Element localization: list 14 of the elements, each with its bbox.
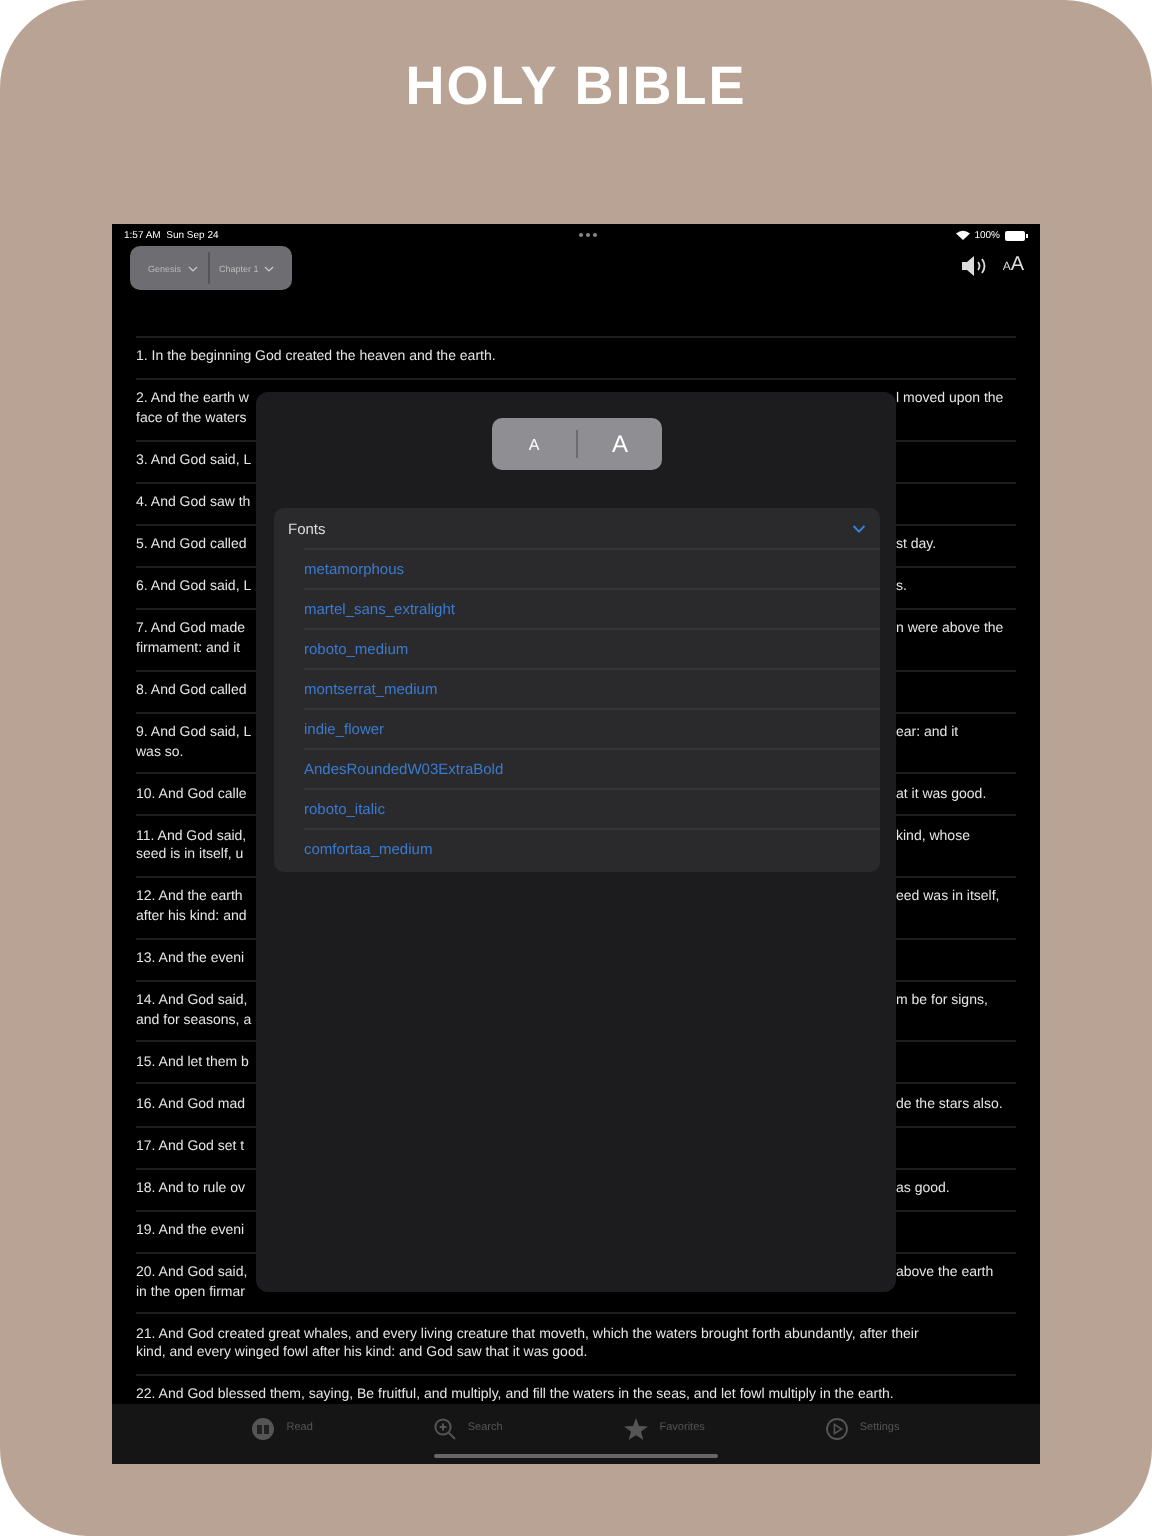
book-icon bbox=[252, 1417, 275, 1439]
star-icon bbox=[623, 1417, 648, 1439]
speaker-icon[interactable] bbox=[962, 255, 987, 275]
play-circle-icon bbox=[825, 1417, 848, 1439]
battery-icon bbox=[1004, 229, 1028, 241]
chevron-icon bbox=[187, 265, 198, 271]
chevron-icon bbox=[264, 265, 275, 271]
more-dots-icon bbox=[577, 232, 598, 238]
banner-title: HOLY BIBLE bbox=[405, 56, 747, 118]
wifi-icon bbox=[956, 230, 971, 240]
zoom-in-icon bbox=[433, 1417, 456, 1439]
smaller-text-button[interactable]: A bbox=[492, 418, 576, 470]
chevron-icon[interactable] bbox=[852, 523, 866, 533]
larger-text-button[interactable]: A bbox=[578, 418, 662, 470]
